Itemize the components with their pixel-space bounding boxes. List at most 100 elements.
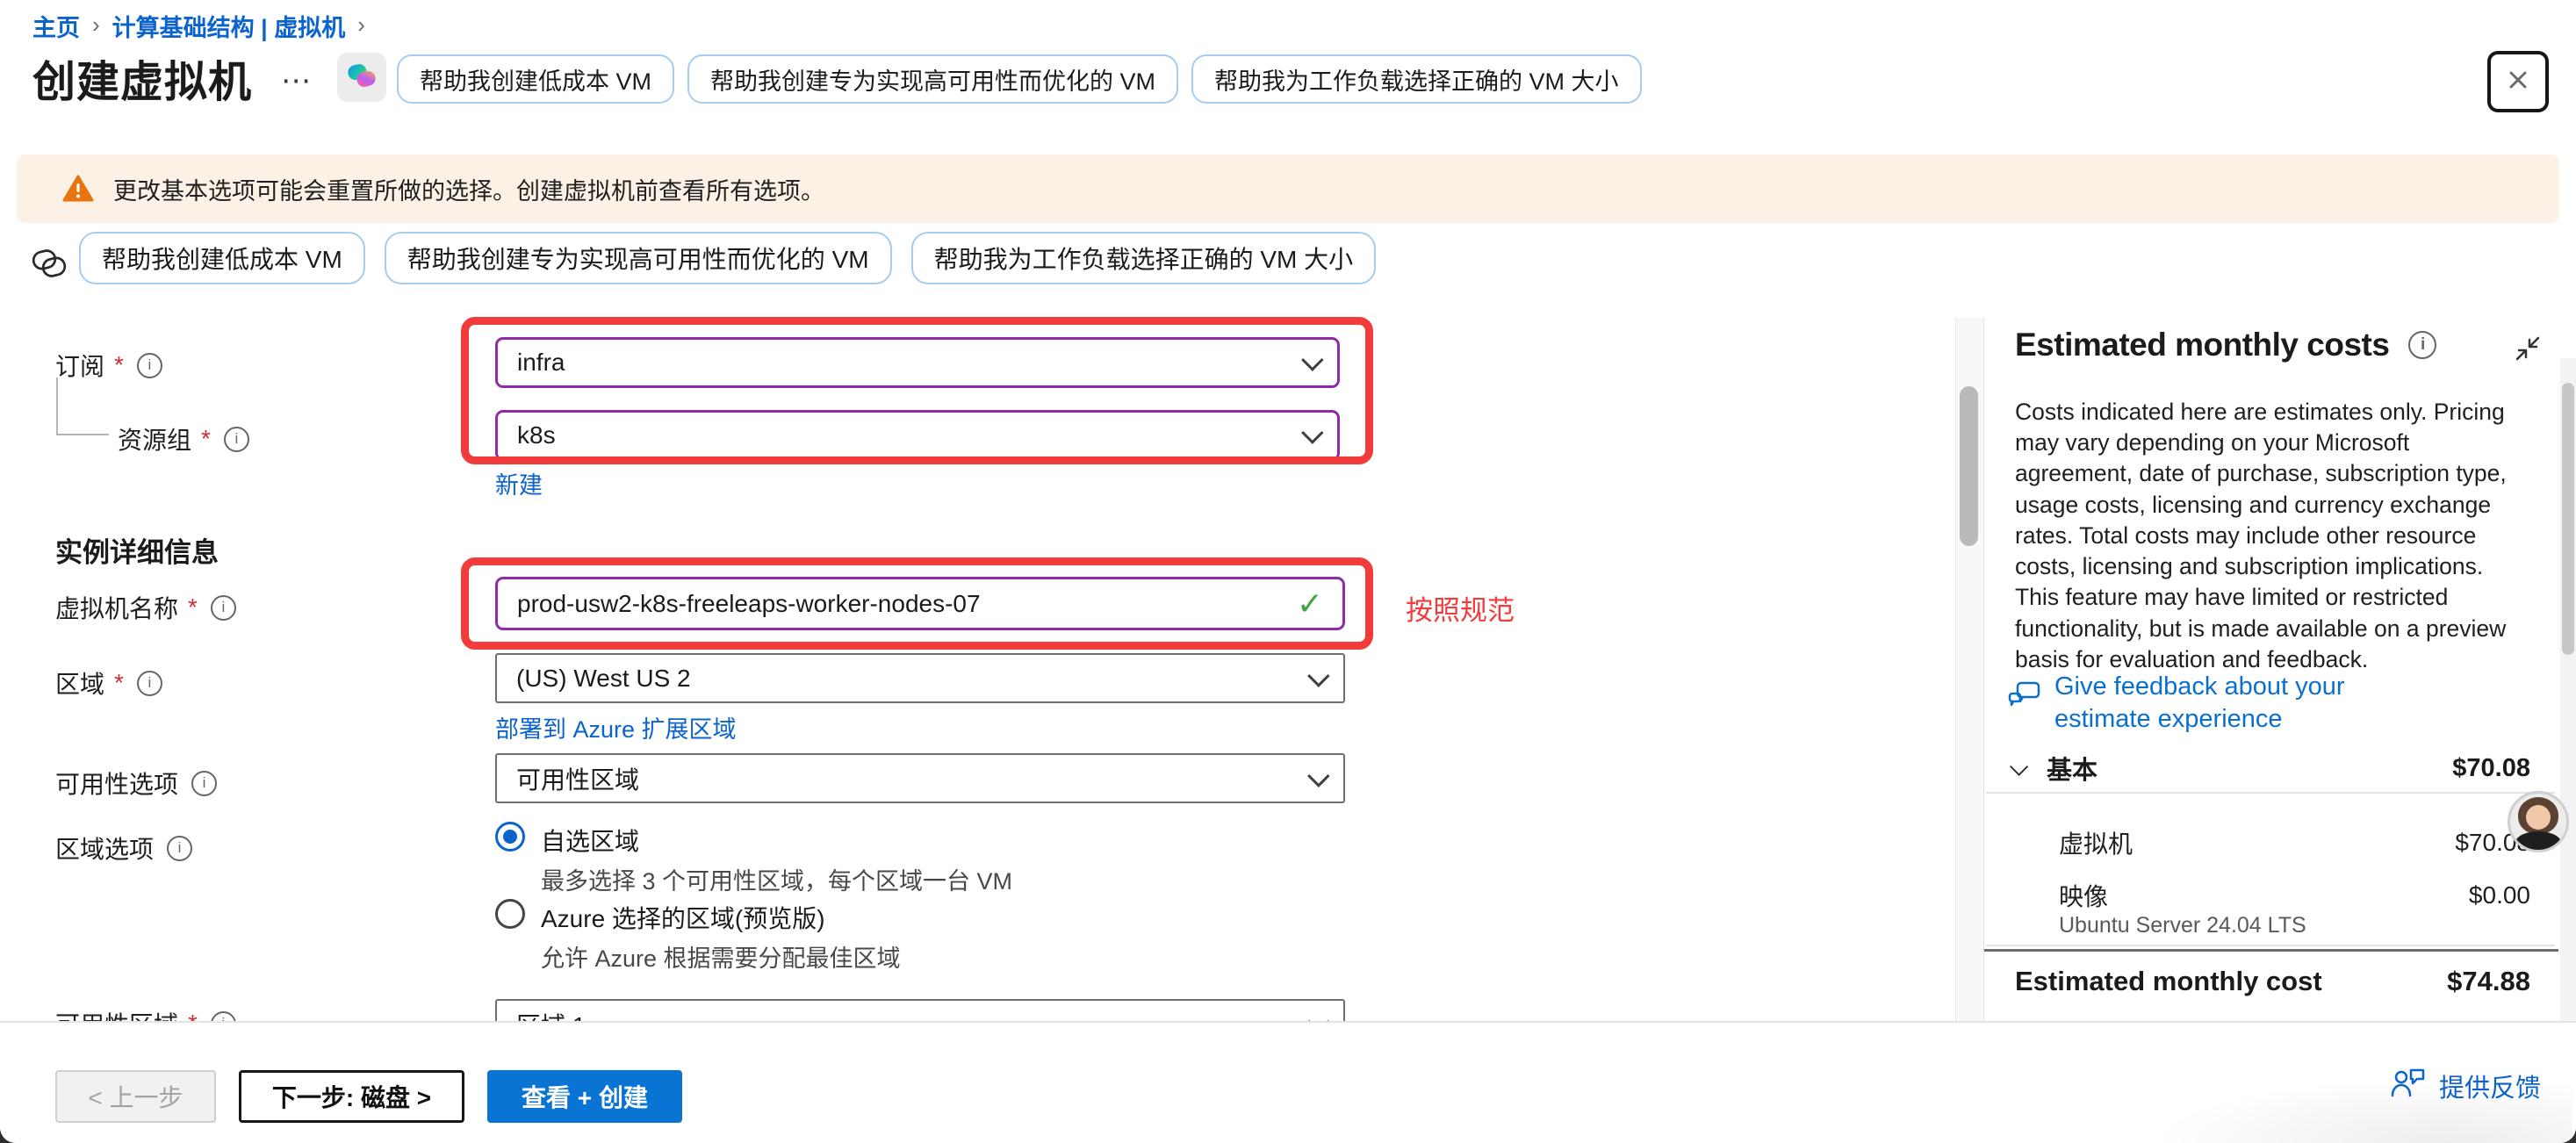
copilot-suggestions-inline: 帮助我创建低成本 VM 帮助我创建专为实现高可用性而优化的 VM 帮助我为工作负…	[79, 232, 1376, 284]
vm-name-value: prod-usw2-k8s-freeleaps-worker-nodes-07	[517, 590, 981, 618]
create-new-resource-group-link[interactable]: 新建	[495, 466, 543, 500]
warning-banner: 更改基本选项可能会重置所做的选择。创建虚拟机前查看所有选项。	[17, 155, 2559, 223]
info-icon[interactable]	[224, 427, 249, 452]
estimate-feedback-link[interactable]: Give feedback about your estimate experi…	[2007, 671, 2446, 736]
chip-high-availability-vm[interactable]: 帮助我创建专为实现高可用性而优化的 VM	[385, 232, 892, 284]
copilot-button[interactable]	[337, 53, 386, 102]
resource-group-label-row: 资源组 *	[118, 421, 249, 456]
radio-unselected-icon	[495, 899, 525, 929]
chevron-down-icon	[1301, 421, 1323, 443]
cost-item-virtual-machine: 虚拟机 $70.08	[2059, 825, 2530, 860]
warning-text: 更改基本选项可能会重置所做的选择。创建虚拟机前查看所有选项。	[113, 172, 824, 206]
chip-low-cost-vm[interactable]: 帮助我创建低成本 VM	[397, 54, 674, 104]
chip-right-vm-size[interactable]: 帮助我为工作负载选择正确的 VM 大小	[1191, 54, 1642, 104]
required-asterisk: *	[201, 425, 211, 453]
footer-bar: < 上一步 下一步: 磁盘 > 查看 + 创建 提供反馈	[0, 1021, 2576, 1143]
person-feedback-icon	[2390, 1067, 2427, 1105]
availability-options-label-row: 可用性选项	[55, 766, 217, 801]
info-icon[interactable]	[137, 353, 162, 378]
info-icon[interactable]	[137, 671, 162, 696]
availability-options-label: 可用性选项	[55, 766, 178, 801]
cost-group-amount: $70.08	[2452, 754, 2530, 783]
resource-group-dropdown[interactable]: k8s	[495, 410, 1340, 461]
radio-description: 最多选择 3 个可用性区域，每个区域一台 VM	[541, 862, 1012, 896]
zone-options-label: 区域选项	[55, 830, 154, 866]
cost-item-image: 映像 $0.00	[2059, 878, 2530, 913]
radio-selected-icon	[495, 822, 525, 852]
cost-item-sublabel: Ubuntu Server 24.04 LTS	[2059, 913, 2306, 938]
warning-icon	[62, 175, 94, 203]
section-title-instance-details: 实例详细信息	[55, 530, 219, 570]
availability-options-value: 可用性区域	[516, 761, 639, 796]
region-label-row: 区域 *	[55, 665, 162, 701]
radio-self-selected-zones[interactable]: 自选区域	[495, 822, 639, 858]
close-button[interactable]	[2487, 51, 2549, 112]
deploy-extended-zone-link[interactable]: 部署到 Azure 扩展区域	[495, 710, 737, 744]
review-create-button[interactable]: 查看 + 创建	[487, 1070, 682, 1123]
close-icon	[2505, 67, 2531, 97]
chevron-right-icon: ›	[357, 11, 365, 39]
next-disks-button[interactable]: 下一步: 磁盘 >	[239, 1070, 464, 1123]
cost-item-amount: $0.00	[2469, 881, 2530, 909]
radio-label: 自选区域	[541, 823, 639, 858]
cost-total-amount: $74.88	[2447, 966, 2530, 997]
create-vm-page: 主页 › 计算基础结构 | 虚拟机 › 创建虚拟机 ⋯ 帮助我创建低	[0, 0, 2576, 1143]
breadcrumb: 主页 › 计算基础结构 | 虚拟机 ›	[32, 9, 365, 43]
page-title: 创建虚拟机	[32, 47, 252, 110]
cost-item-label: 映像	[2059, 878, 2108, 913]
panel-scrollbar-thumb[interactable]	[2562, 383, 2574, 655]
subscription-dropdown[interactable]: infra	[495, 337, 1340, 388]
info-icon[interactable]	[167, 836, 192, 861]
required-asterisk: *	[114, 351, 124, 379]
radio-description: 允许 Azure 根据需要分配最佳区域	[541, 939, 901, 974]
region-dropdown[interactable]: (US) West US 2	[495, 653, 1345, 703]
chevron-down-icon	[2010, 757, 2028, 775]
divider	[1986, 792, 2555, 794]
radio-label: Azure 选择的区域(预览版)	[541, 900, 825, 935]
chevron-down-icon	[1307, 665, 1329, 687]
cost-total-row: Estimated monthly cost $74.88	[2015, 966, 2530, 997]
collapse-panel-icon[interactable]	[2513, 334, 2543, 368]
estimate-feedback-text: Give feedback about your estimate experi…	[2054, 671, 2441, 736]
main-scrollbar-thumb[interactable]	[1960, 386, 1978, 546]
vm-name-label: 虚拟机名称	[55, 590, 178, 625]
hierarchy-connector-line	[56, 377, 109, 435]
region-label: 区域	[55, 665, 104, 701]
radio-azure-selected-zones[interactable]: Azure 选择的区域(预览版)	[495, 899, 825, 935]
copilot-outline-icon	[30, 244, 68, 287]
divider	[1986, 945, 2555, 946]
cost-total-label: Estimated monthly cost	[2015, 966, 2322, 997]
cost-group-basics[interactable]: 基本 $70.08	[2011, 750, 2530, 787]
give-feedback-link[interactable]: 提供反馈	[2390, 1067, 2541, 1105]
resource-group-label: 资源组	[118, 421, 191, 456]
chevron-down-icon	[1307, 765, 1329, 787]
footer-buttons: < 上一步 下一步: 磁盘 > 查看 + 创建	[55, 1070, 682, 1123]
annotation-text: 按照规范	[1406, 588, 1515, 628]
cost-panel-title-row: Estimated monthly costs	[2015, 327, 2436, 363]
more-options-icon[interactable]: ⋯	[281, 63, 314, 98]
chip-high-availability-vm[interactable]: 帮助我创建专为实现高可用性而优化的 VM	[687, 54, 1178, 104]
required-asterisk: *	[114, 669, 124, 697]
required-asterisk: *	[188, 593, 198, 622]
info-icon[interactable]	[191, 771, 217, 796]
vm-name-input[interactable]: prod-usw2-k8s-freeleaps-worker-nodes-07 …	[495, 577, 1345, 630]
divider-strong	[1982, 949, 2558, 952]
assistant-avatar[interactable]	[2508, 791, 2569, 852]
cost-group-label: 基本	[2047, 750, 2097, 787]
info-icon[interactable]	[211, 595, 236, 621]
give-feedback-text: 提供反馈	[2439, 1068, 2541, 1104]
breadcrumb-virtual-machines[interactable]: 计算基础结构 | 虚拟机	[112, 9, 346, 43]
copilot-suggestions-top: 帮助我创建低成本 VM 帮助我创建专为实现高可用性而优化的 VM 帮助我为工作负…	[397, 54, 1642, 104]
previous-button[interactable]: < 上一步	[55, 1070, 216, 1123]
chip-right-vm-size[interactable]: 帮助我为工作负载选择正确的 VM 大小	[911, 232, 1377, 284]
zone-options-label-row: 区域选项	[55, 830, 192, 866]
vm-name-label-row: 虚拟机名称 *	[55, 590, 236, 625]
chip-low-cost-vm[interactable]: 帮助我创建低成本 VM	[79, 232, 365, 284]
breadcrumb-home[interactable]: 主页	[32, 9, 80, 43]
availability-options-dropdown[interactable]: 可用性区域	[495, 753, 1345, 803]
resource-group-value: k8s	[517, 421, 556, 449]
subscription-value: infra	[517, 349, 565, 377]
region-value: (US) West US 2	[516, 665, 691, 693]
cost-panel-description: Costs indicated here are estimates only.…	[2015, 397, 2507, 675]
info-icon[interactable]	[2408, 331, 2436, 359]
